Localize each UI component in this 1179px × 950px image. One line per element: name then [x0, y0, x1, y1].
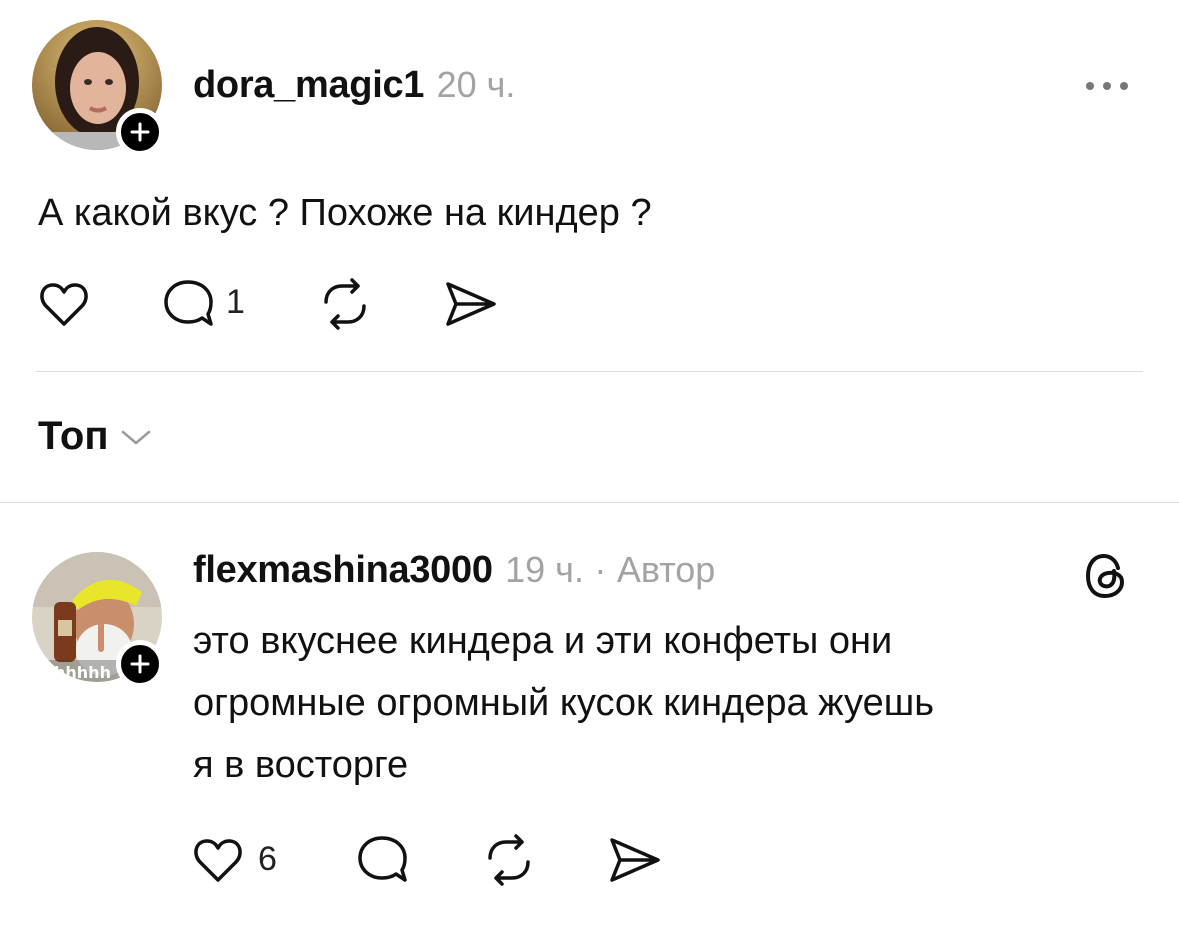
post-username[interactable]: dora_magic1 — [193, 64, 424, 106]
reply-timestamp: 19 ч. — [505, 549, 584, 590]
sort-selector[interactable]: Топ — [38, 414, 153, 459]
post-header: dora_magic1 20 ч. — [193, 64, 515, 107]
reply-header: flexmashina3000 19 ч. · Автор — [193, 549, 715, 592]
meta-separator: · — [594, 549, 607, 590]
reply-text-line: я в восторге — [193, 744, 409, 786]
follow-plus-button[interactable] — [116, 108, 164, 156]
reply-text: это вкуснее киндера и эти конфеты они ог… — [193, 610, 934, 796]
follow-plus-button[interactable] — [116, 640, 164, 688]
reply-text-line: это вкуснее киндера и эти конфеты они — [193, 620, 893, 662]
author-tag: Автор — [616, 549, 716, 590]
comment-bubble-icon[interactable] — [356, 834, 410, 891]
post-divider — [36, 371, 1143, 372]
repost-icon[interactable] — [318, 278, 372, 335]
share-send-icon[interactable] — [608, 836, 662, 889]
reply-username[interactable]: flexmashina3000 — [193, 549, 493, 591]
post-text: А какой вкус ? Похоже на киндер ? — [38, 192, 652, 234]
reply-text-line: огромные огромный кусок киндера жуешь — [193, 682, 935, 724]
post-reply-count: 1 — [226, 283, 245, 321]
more-horizontal-icon[interactable] — [1082, 76, 1132, 96]
post-timestamp: 20 ч. — [436, 64, 516, 105]
plus-icon — [130, 654, 150, 674]
share-send-icon[interactable] — [444, 280, 498, 333]
comment-bubble-icon[interactable] — [162, 278, 216, 335]
like-heart-icon[interactable] — [38, 280, 90, 333]
plus-icon — [130, 122, 150, 142]
repost-icon[interactable] — [482, 834, 536, 891]
chevron-down-icon — [119, 427, 153, 447]
avatar-overlay-text: hhhhh — [54, 663, 111, 682]
section-divider — [0, 502, 1179, 503]
reply-like-count: 6 — [258, 840, 277, 878]
sort-label: Топ — [38, 414, 109, 458]
threads-logo-icon[interactable] — [1084, 552, 1128, 605]
like-heart-icon[interactable] — [192, 836, 244, 889]
